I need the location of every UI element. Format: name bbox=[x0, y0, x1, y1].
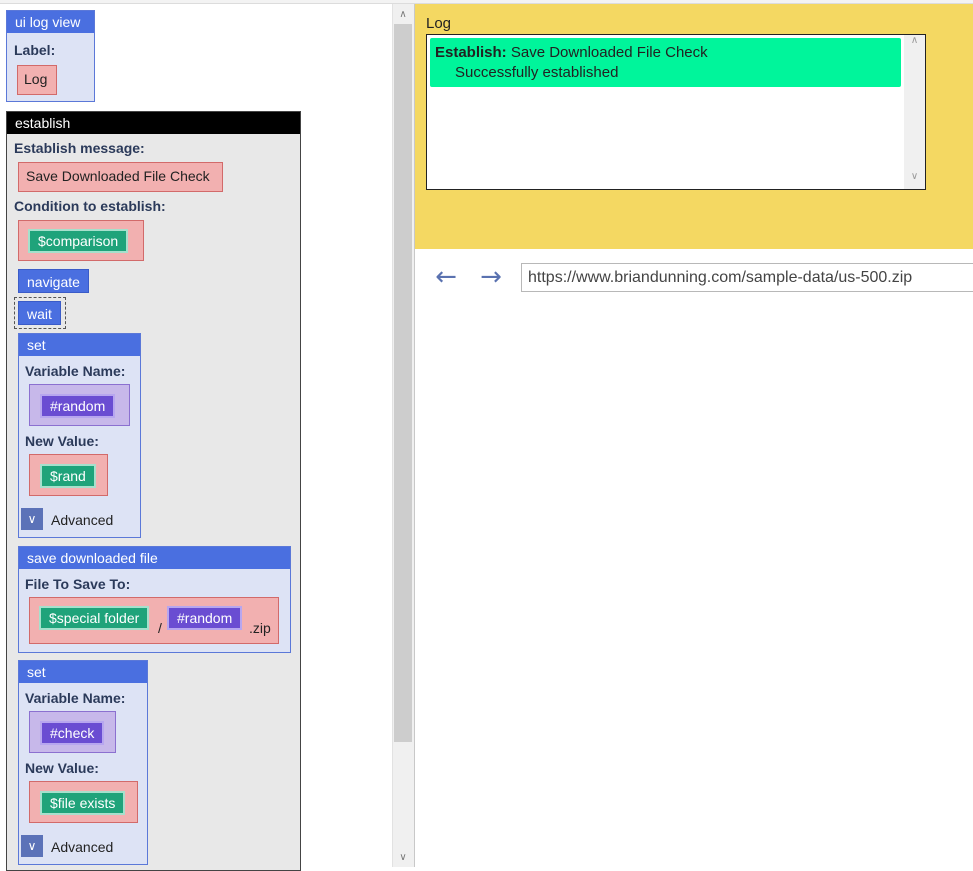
establish-block[interactable]: establish Establish message: Save Downlo… bbox=[6, 111, 301, 871]
log-scrollbar[interactable]: ∧ ∨ bbox=[904, 35, 925, 189]
log-entry-detail: Successfully established bbox=[455, 64, 619, 81]
wait-step[interactable]: wait bbox=[18, 301, 61, 325]
establish-message-caption: Establish message: bbox=[14, 140, 145, 156]
path-separator: / bbox=[158, 620, 162, 636]
special-folder-variable-chip[interactable]: $special folder bbox=[39, 606, 150, 630]
scroll-up-icon[interactable]: ∧ bbox=[394, 6, 412, 24]
file-to-save-field[interactable]: $special folder / #random .zip bbox=[29, 597, 279, 644]
file-extension: .zip bbox=[249, 620, 271, 636]
establish-header[interactable]: establish bbox=[7, 112, 300, 134]
url-bar[interactable]: https://www.briandunning.com/sample-data… bbox=[521, 263, 973, 292]
file-to-save-caption: File To Save To: bbox=[25, 576, 131, 592]
comparison-variable-chip[interactable]: $comparison bbox=[28, 229, 129, 253]
rand-variable-chip[interactable]: $rand bbox=[40, 464, 96, 488]
new-value-field[interactable]: $file exists bbox=[29, 781, 138, 823]
random-name-chip[interactable]: #random bbox=[167, 606, 243, 630]
log-entry[interactable]: Establish: Save Downloaded File Check Su… bbox=[430, 38, 901, 87]
new-value-caption: New Value: bbox=[25, 433, 99, 449]
establish-message-value: Save Downloaded File Check bbox=[26, 168, 210, 184]
advanced-toggle-label[interactable]: Advanced bbox=[51, 839, 113, 855]
random-name-chip[interactable]: #random bbox=[40, 394, 116, 418]
forward-arrow-icon[interactable]: → bbox=[476, 262, 506, 292]
log-entry-message: Save Downloaded File Check bbox=[510, 44, 708, 61]
variable-name-field[interactable]: #check bbox=[29, 711, 116, 753]
label-value-field[interactable]: Log bbox=[17, 65, 57, 95]
chevron-down-icon[interactable]: ∨ bbox=[21, 508, 43, 530]
set-header[interactable]: set bbox=[19, 661, 147, 683]
save-downloaded-file-header[interactable]: save downloaded file bbox=[19, 547, 290, 569]
check-name-chip[interactable]: #check bbox=[40, 721, 105, 745]
set-header[interactable]: set bbox=[19, 334, 140, 356]
advanced-toggle-label[interactable]: Advanced bbox=[51, 512, 113, 528]
navigate-step[interactable]: navigate bbox=[18, 269, 89, 293]
log-entry-type: Establish: bbox=[435, 44, 507, 61]
set-block-check[interactable]: set Variable Name: #check New Value: $fi… bbox=[18, 660, 148, 865]
editor-scrollbar-thumb[interactable] bbox=[394, 24, 412, 742]
chevron-down-icon[interactable]: ∨ bbox=[21, 835, 43, 857]
ui-log-view-block[interactable]: ui log view Label: Log bbox=[6, 10, 95, 102]
scroll-down-icon[interactable]: ∨ bbox=[904, 171, 925, 187]
ui-log-view-header[interactable]: ui log view bbox=[7, 11, 94, 33]
condition-field[interactable]: $comparison bbox=[18, 220, 144, 261]
save-downloaded-file-block[interactable]: save downloaded file File To Save To: $s… bbox=[18, 546, 291, 653]
file-exists-variable-chip[interactable]: $file exists bbox=[40, 791, 126, 815]
log-entry-title: Establish: Save Downloaded File Check bbox=[435, 44, 708, 61]
scroll-down-icon[interactable]: ∨ bbox=[394, 849, 412, 867]
variable-name-caption: Variable Name: bbox=[25, 363, 126, 379]
scroll-up-icon[interactable]: ∧ bbox=[904, 35, 925, 51]
variable-name-field[interactable]: #random bbox=[29, 384, 130, 426]
log-title: Log bbox=[426, 15, 452, 32]
label-caption: Label: bbox=[14, 42, 56, 58]
condition-caption: Condition to establish: bbox=[14, 198, 166, 214]
back-arrow-icon[interactable]: ← bbox=[431, 262, 461, 292]
new-value-field[interactable]: $rand bbox=[29, 454, 108, 496]
label-value: Log bbox=[24, 71, 48, 87]
variable-name-caption: Variable Name: bbox=[25, 690, 126, 706]
set-block-random[interactable]: set Variable Name: #random New Value: $r… bbox=[18, 333, 141, 538]
new-value-caption: New Value: bbox=[25, 760, 99, 776]
establish-message-field[interactable]: Save Downloaded File Check bbox=[18, 162, 223, 192]
